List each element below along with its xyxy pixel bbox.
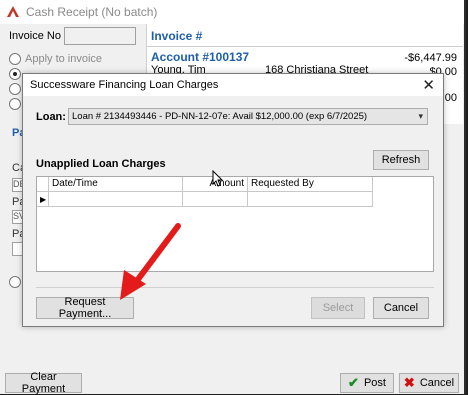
cancel-button[interactable]: Cancel — [373, 297, 429, 319]
invoice-no-label: Invoice No — [9, 30, 61, 42]
x-icon: ✖ — [403, 375, 415, 390]
divider — [147, 46, 463, 47]
charges-grid[interactable]: Date/Time Amount Requested By ▶ — [36, 176, 434, 272]
amount-due: -$6,447.99 — [404, 52, 457, 64]
column-header-requested-by[interactable]: Requested By — [248, 177, 373, 192]
divider — [36, 287, 434, 288]
radio-circle[interactable] — [9, 98, 21, 110]
dialog-title: Successware Financing Loan Charges — [30, 79, 219, 91]
table-cell-datetime[interactable] — [49, 192, 183, 207]
cash-receipt-titlebar: Cash Receipt (No batch) — [0, 0, 464, 24]
app-icon — [6, 5, 20, 19]
mouse-cursor-icon — [212, 169, 224, 191]
chevron-down-icon[interactable]: ▾ — [418, 109, 423, 124]
window-title: Cash Receipt (No batch) — [26, 5, 158, 19]
column-header-datetime[interactable]: Date/Time — [49, 177, 183, 192]
radio-apply-to-invoice[interactable]: Apply to invoice — [9, 53, 102, 65]
radio-circle[interactable] — [9, 276, 21, 288]
invoice-no-input[interactable] — [64, 27, 136, 45]
row-header-corner — [37, 177, 49, 192]
close-icon[interactable]: ✕ — [422, 76, 435, 94]
loan-select-value: Loan # 2134493446 - PD-NN-12-07e: Avail … — [72, 111, 368, 122]
radio-circle[interactable] — [9, 53, 21, 65]
request-payment-button[interactable]: Request Payment... — [36, 296, 134, 320]
cancel-receipt-label: Cancel — [419, 377, 455, 389]
post-button[interactable]: ✔ Post — [340, 373, 394, 393]
refresh-button[interactable]: Refresh — [373, 150, 429, 170]
table-cell-requested-by[interactable] — [248, 192, 373, 207]
check-icon: ✔ — [348, 375, 359, 390]
loan-select[interactable]: Loan # 2134493446 - PD-NN-12-07e: Avail … — [68, 108, 428, 125]
bottom-bar: Clear Payment ✔ Post ✖ Cancel — [0, 366, 464, 395]
clear-payment-button[interactable]: Clear Payment — [5, 371, 82, 395]
unapplied-charges-title: Unapplied Loan Charges — [36, 158, 166, 170]
cancel-receipt-button[interactable]: ✖ Cancel — [399, 373, 459, 393]
dialog-titlebar: Successware Financing Loan Charges ✕ — [23, 74, 443, 96]
radio-circle[interactable] — [9, 83, 21, 95]
select-button[interactable]: Select — [311, 297, 365, 319]
current-row-icon: ▶ — [40, 195, 47, 204]
loan-charges-dialog: Successware Financing Loan Charges ✕ Loa… — [22, 73, 444, 327]
invoice-header: Invoice # — [151, 29, 203, 43]
radio-circle[interactable] — [9, 68, 21, 80]
account-number[interactable]: Account #100137 — [151, 50, 249, 64]
radio-apply-to-invoice-label: Apply to invoice — [25, 53, 103, 65]
loan-label: Loan: — [36, 111, 66, 123]
table-cell-amount[interactable] — [183, 192, 248, 207]
post-label: Post — [363, 377, 386, 389]
